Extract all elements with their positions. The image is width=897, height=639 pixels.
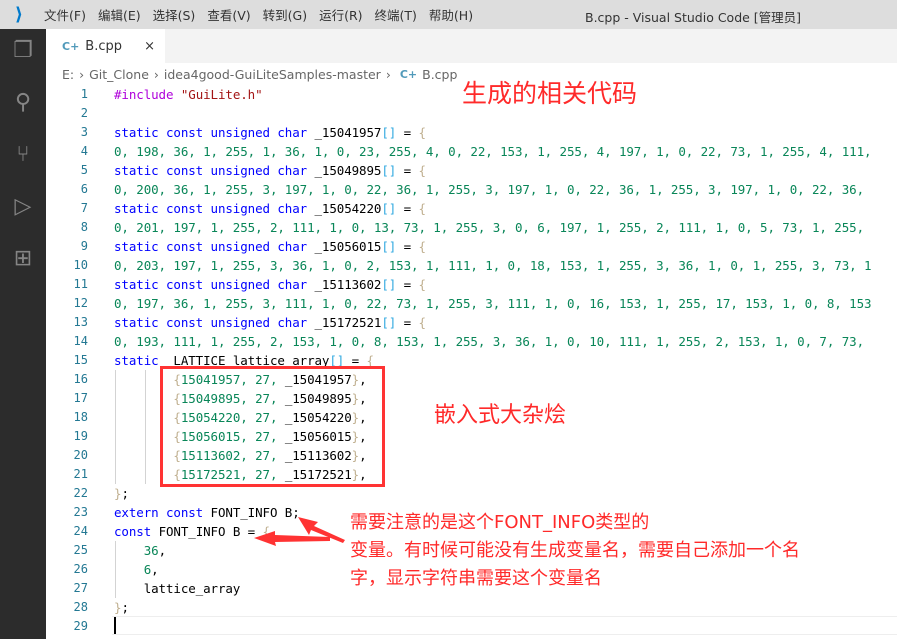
arrow-icon — [254, 531, 330, 546]
annotation-arrows — [254, 517, 345, 546]
